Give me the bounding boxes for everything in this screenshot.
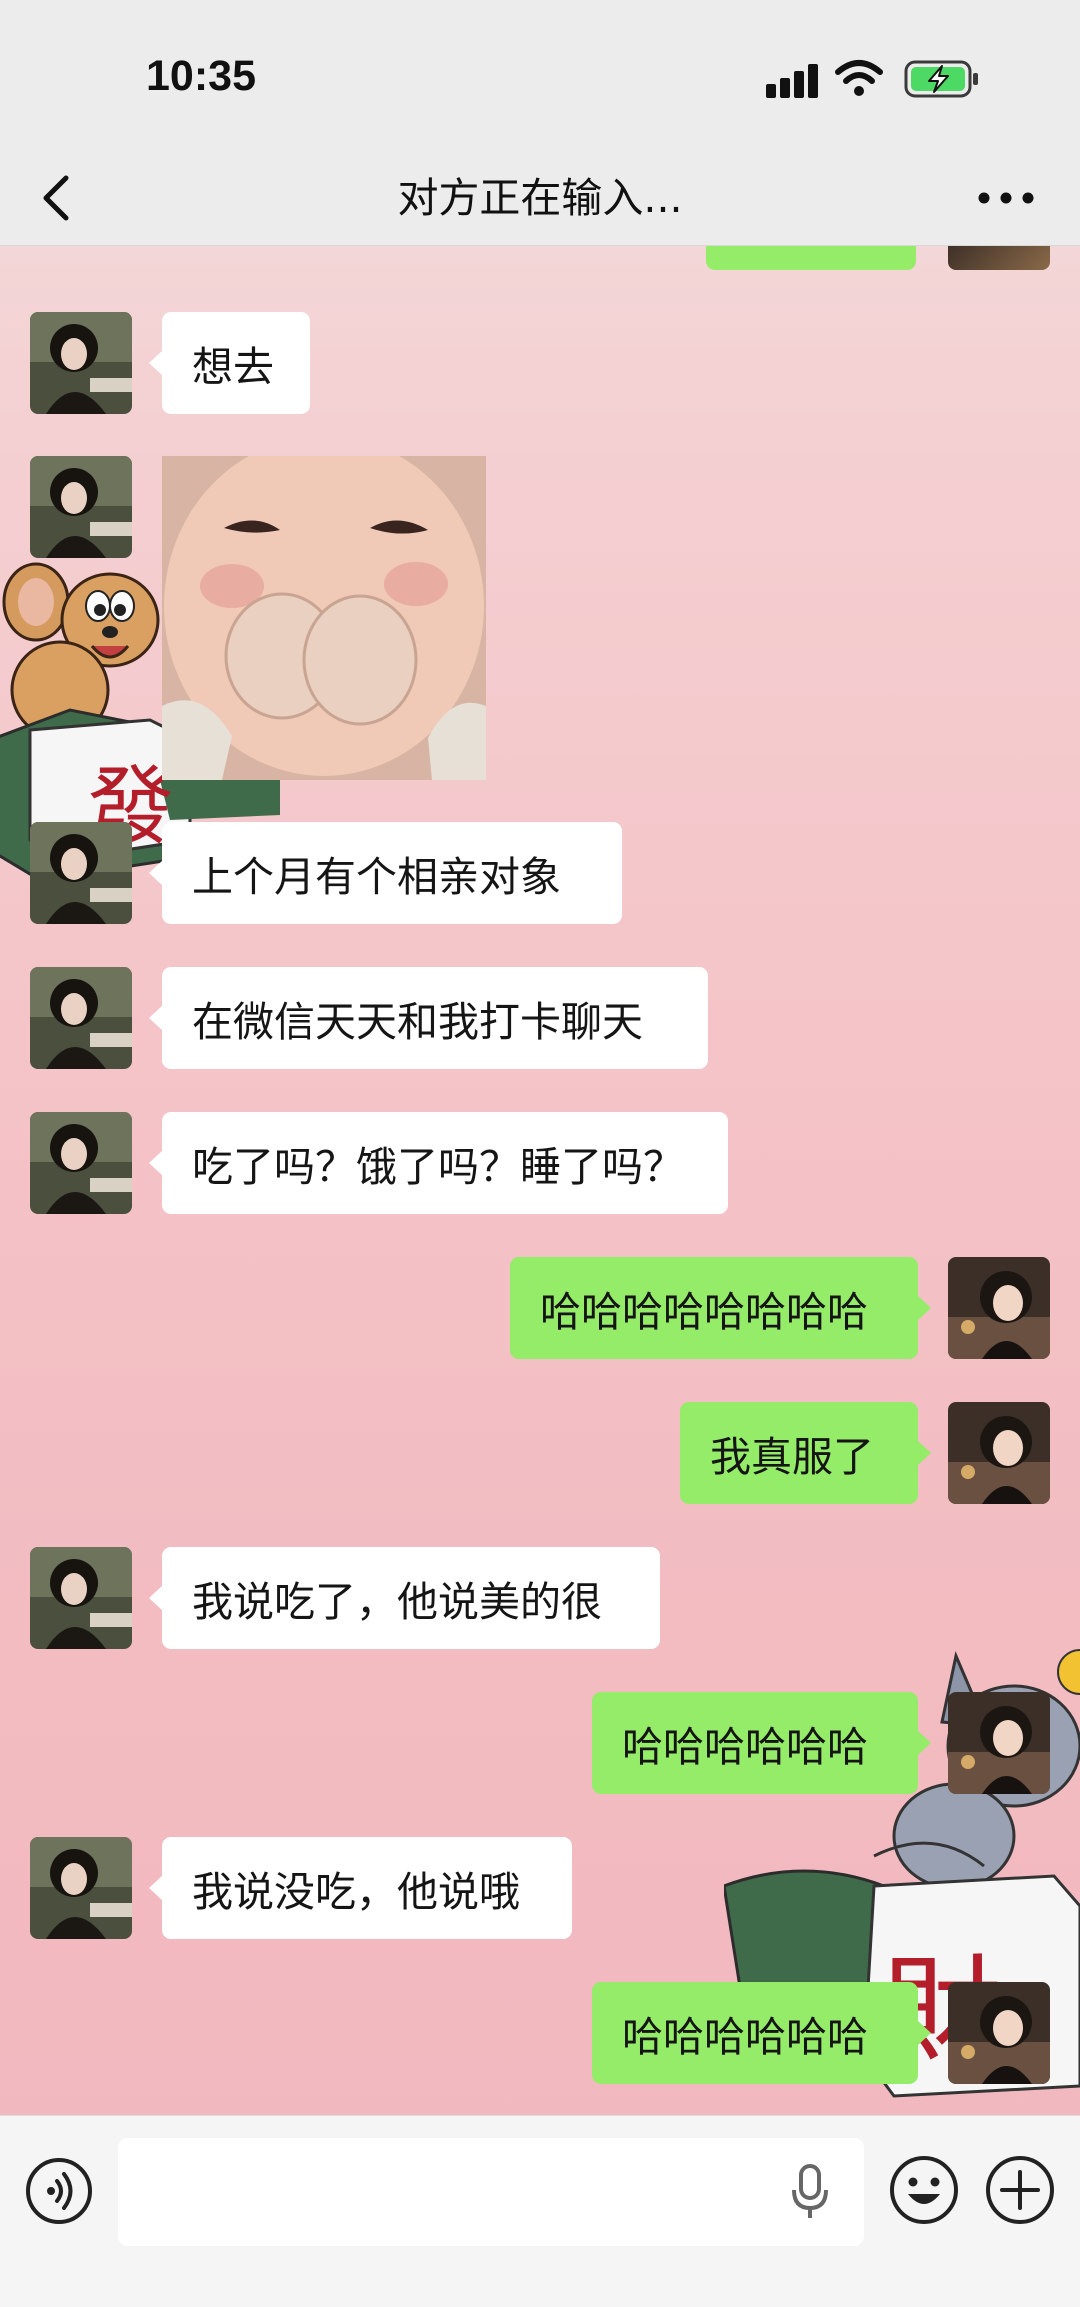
nav-bar: 对方正在输入... (0, 150, 1080, 246)
plus-icon[interactable] (984, 2154, 1056, 2226)
message-input[interactable] (118, 2138, 864, 2246)
message-bubble[interactable]: 我说吃了，他说美的很 (149, 1547, 660, 1649)
emoji-icon[interactable] (888, 2154, 960, 2226)
status-bar: 10:35 (0, 0, 1080, 150)
message-bubble[interactable]: 我真服了 (680, 1402, 931, 1504)
contact-avatar[interactable] (30, 1837, 132, 1939)
contact-avatar[interactable] (30, 822, 132, 924)
message-bubble[interactable]: 哈哈哈哈哈哈 (592, 1692, 931, 1794)
status-time: 10:35 (146, 52, 256, 100)
message-bubble[interactable]: 上个月有个相亲对象 (149, 822, 622, 924)
mic-icon[interactable] (790, 2162, 830, 2222)
more-icon[interactable] (970, 178, 1042, 218)
contact-avatar[interactable] (30, 456, 132, 558)
my-avatar[interactable] (948, 1402, 1050, 1504)
battery-charging-icon (904, 60, 978, 98)
contact-avatar[interactable] (30, 1112, 132, 1214)
message-bubble[interactable]: 在微信天天和我打卡聊天 (149, 967, 708, 1069)
message-bubble[interactable]: 想去 (149, 312, 310, 414)
page-title: 对方正在输入... (397, 174, 683, 222)
wifi-icon (835, 60, 883, 96)
contact-avatar[interactable] (30, 967, 132, 1069)
signal-icon (766, 64, 818, 98)
message-bubble[interactable]: 哈哈哈哈哈哈 (592, 1982, 931, 2084)
chat-screen: 發 財 想去 上个月有个相亲对象 在微信天天和我打卡聊天 吃了吗？饿了吗？睡了吗？ 哈哈… (0, 0, 1080, 2307)
message-bubble[interactable]: 吃了吗？饿了吗？睡了吗？ (149, 1112, 728, 1214)
contact-avatar[interactable] (30, 1547, 132, 1649)
contact-avatar[interactable] (30, 312, 132, 414)
message-bubble[interactable]: 我说没吃，他说哦 (149, 1837, 572, 1939)
voice-icon[interactable] (24, 2156, 94, 2226)
my-avatar[interactable] (948, 1257, 1050, 1359)
my-avatar[interactable] (948, 1692, 1050, 1794)
baby-grinning-sticker[interactable] (162, 456, 486, 780)
message-bubble[interactable]: 哈哈哈哈哈哈哈哈 (510, 1257, 931, 1359)
input-bar (0, 2115, 1080, 2307)
my-avatar[interactable] (948, 1982, 1050, 2084)
